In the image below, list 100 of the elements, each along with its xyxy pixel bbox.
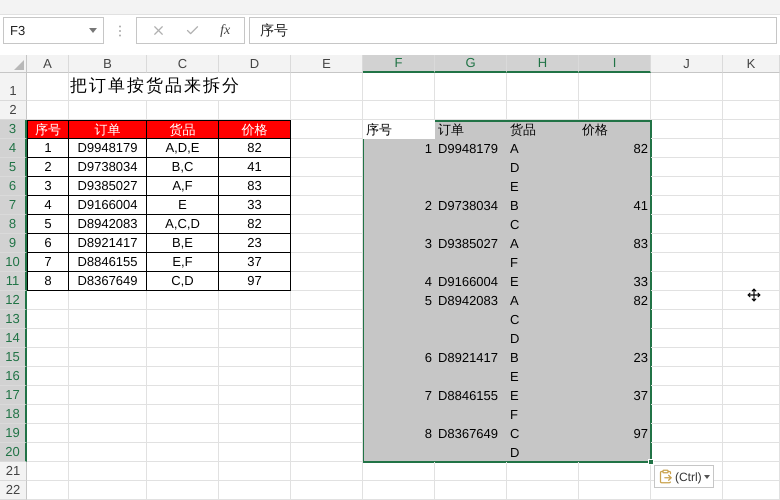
grid-cell[interactable] (651, 196, 723, 215)
formula-field[interactable]: 序号 (249, 17, 777, 44)
column-header[interactable]: B (69, 55, 147, 73)
table-cell[interactable]: D8367649 (435, 424, 507, 443)
table-cell[interactable]: 33 (579, 272, 651, 291)
grid-cell[interactable] (363, 73, 435, 101)
table-cell[interactable]: 4 (27, 196, 69, 215)
table-cell[interactable]: 5 (27, 215, 69, 234)
grid-cell[interactable] (147, 462, 219, 481)
table-cell[interactable]: E (507, 367, 579, 386)
grid-cell[interactable] (651, 291, 723, 310)
row-number[interactable]: 12 (0, 291, 27, 310)
grid-cell[interactable] (723, 73, 780, 101)
table-cell[interactable]: E (507, 272, 579, 291)
grid-cell[interactable] (69, 329, 147, 348)
column-header[interactable]: A (27, 55, 69, 73)
row-number[interactable]: 3 (0, 120, 27, 139)
grid-cell[interactable] (435, 101, 507, 120)
grid-cell[interactable] (291, 101, 363, 120)
grid-cell[interactable] (651, 101, 723, 120)
grid-cell[interactable] (147, 405, 219, 424)
table-cell[interactable]: D (507, 329, 579, 348)
grid-cell[interactable] (147, 367, 219, 386)
grid-cell[interactable] (27, 329, 69, 348)
grid-cell[interactable] (723, 291, 780, 310)
insert-function-button[interactable]: fx (220, 20, 230, 41)
grid-cell[interactable] (651, 386, 723, 405)
grid-cell[interactable] (723, 462, 780, 481)
row-number[interactable]: 5 (0, 158, 27, 177)
table-cell[interactable]: B (507, 196, 579, 215)
table-cell[interactable]: 8 (27, 272, 69, 291)
grid-cell[interactable] (291, 215, 363, 234)
grid-cell[interactable] (723, 329, 780, 348)
grid-cell[interactable] (507, 462, 579, 481)
table-cell[interactable]: D9385027 (435, 234, 507, 253)
table-cell[interactable]: 82 (219, 139, 291, 158)
column-header[interactable]: H (507, 55, 579, 73)
table-cell[interactable]: 1 (27, 139, 69, 158)
dropdown-icon[interactable] (89, 28, 97, 33)
table-cell[interactable]: 3 (27, 177, 69, 196)
grid-cell[interactable] (291, 386, 363, 405)
grid-cell[interactable] (291, 177, 363, 196)
table-cell[interactable]: D9948179 (69, 139, 147, 158)
table-cell[interactable]: 6 (27, 234, 69, 253)
table-cell[interactable]: D8942083 (435, 291, 507, 310)
grid-cell[interactable] (219, 386, 291, 405)
grid-cell[interactable] (291, 139, 363, 158)
grid-cell[interactable] (69, 291, 147, 310)
header-cell[interactable]: 价格 (579, 120, 651, 139)
grid-cell[interactable] (723, 101, 780, 120)
grid-cell[interactable] (291, 481, 363, 500)
table-cell[interactable]: 82 (579, 139, 651, 158)
grid-cell[interactable] (651, 367, 723, 386)
table-cell[interactable]: D8367649 (69, 272, 147, 291)
grid-cell[interactable] (651, 424, 723, 443)
grid-cell[interactable] (291, 73, 363, 101)
more-icon[interactable] (118, 25, 122, 37)
header-cell[interactable]: 序号 (363, 120, 435, 139)
grid-cell[interactable] (651, 272, 723, 291)
table-cell[interactable]: A,C,D (147, 215, 219, 234)
table-cell[interactable]: 3 (363, 234, 435, 253)
row-number[interactable]: 16 (0, 367, 27, 386)
grid-cell[interactable] (579, 481, 651, 500)
grid-cell[interactable] (27, 291, 69, 310)
grid-cell[interactable] (579, 73, 651, 101)
grid-cell[interactable] (69, 481, 147, 500)
grid-cell[interactable] (651, 329, 723, 348)
grid-cell[interactable] (69, 310, 147, 329)
grid-cell[interactable] (69, 405, 147, 424)
grid-cell[interactable] (69, 386, 147, 405)
grid-cell[interactable] (27, 405, 69, 424)
table-cell[interactable]: 33 (219, 196, 291, 215)
grid-cell[interactable] (291, 196, 363, 215)
grid-cell[interactable] (291, 462, 363, 481)
row-number[interactable]: 17 (0, 386, 27, 405)
grid-cell[interactable] (27, 424, 69, 443)
grid-cell[interactable] (723, 120, 780, 139)
row-number[interactable]: 7 (0, 196, 27, 215)
grid-cell[interactable] (219, 481, 291, 500)
table-cell[interactable]: 6 (363, 348, 435, 367)
fill-handle[interactable] (648, 459, 654, 465)
grid-cell[interactable] (363, 481, 435, 500)
grid-cell[interactable] (147, 291, 219, 310)
grid-cell[interactable] (147, 386, 219, 405)
table-cell[interactable]: E (507, 386, 579, 405)
table-cell[interactable]: D9166004 (69, 196, 147, 215)
grid-cell[interactable] (147, 348, 219, 367)
table-cell[interactable]: E (507, 177, 579, 196)
row-number[interactable]: 6 (0, 177, 27, 196)
table-cell[interactable]: 37 (579, 386, 651, 405)
table-cell[interactable]: D9166004 (435, 272, 507, 291)
table-cell[interactable]: D8846155 (435, 386, 507, 405)
table-cell[interactable]: 97 (579, 424, 651, 443)
table-cell[interactable]: B (507, 348, 579, 367)
grid-cell[interactable] (69, 443, 147, 462)
grid-cell[interactable] (291, 234, 363, 253)
grid-cell[interactable] (435, 73, 507, 101)
table-cell[interactable]: D8846155 (69, 253, 147, 272)
grid-cell[interactable] (147, 329, 219, 348)
header-cell[interactable]: 货品 (147, 120, 219, 139)
